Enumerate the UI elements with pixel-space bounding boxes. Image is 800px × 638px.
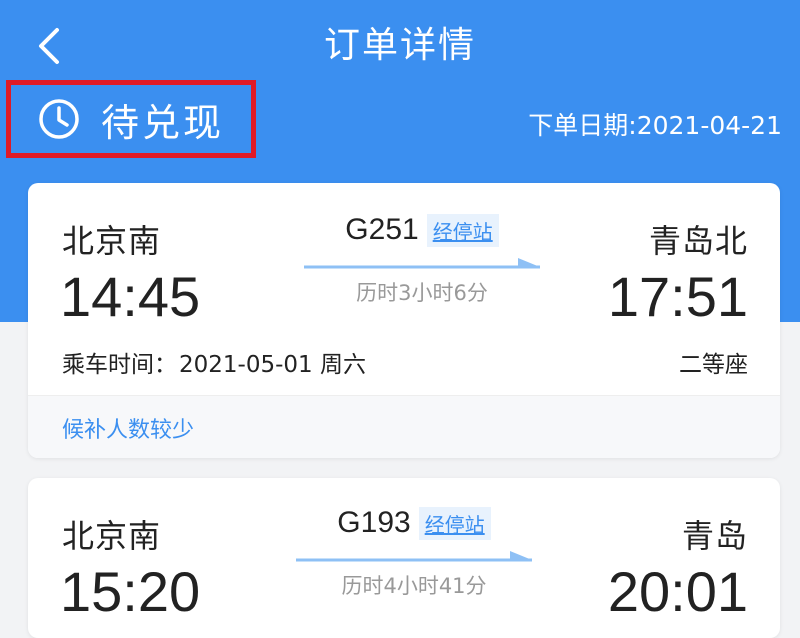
duration: 历时3小时6分 (356, 281, 488, 305)
departure-station: 北京南 (62, 517, 162, 555)
status-label: 待兑现 (101, 100, 225, 145)
arrival-time: 20:01 (607, 560, 748, 623)
arrival-station: 青岛北 (648, 222, 748, 260)
arrival-station: 青岛 (681, 517, 748, 555)
ride-date-label: 乘车时间： (62, 352, 177, 378)
stops-link[interactable]: 经停站 (426, 213, 499, 247)
direction-arrow-icon (304, 258, 540, 269)
train-number: G193 (337, 506, 411, 539)
page-title: 订单详情 (323, 25, 476, 66)
ticket-card[interactable]: 北京南 青岛北 14:45 17:51 G251 经停站 历时3小时6分 乘车时间… (28, 183, 780, 458)
departure-time: 15:20 (60, 560, 201, 623)
train-number: G251 (345, 213, 419, 246)
stops-link[interactable]: 经停站 (418, 506, 491, 540)
train-info: G193 经停站 历时4小时41分 (294, 506, 534, 600)
departure-station: 北京南 (62, 222, 162, 260)
seat-class: 二等座 (679, 352, 748, 378)
arrival-time: 17:51 (607, 265, 748, 328)
train-info: G251 经停站 历时3小时6分 (302, 213, 542, 307)
duration: 历时4小时41分 (341, 574, 487, 598)
order-status: 待兑现 (6, 80, 256, 158)
order-date-value: 2021-04-21 (636, 111, 782, 140)
departure-time: 14:45 (60, 265, 201, 328)
direction-arrow-icon (296, 551, 532, 562)
order-date: 下单日期:2021-04-21 (528, 106, 782, 142)
ride-date: 2021-05-01 周六 (179, 352, 366, 378)
ticket-card[interactable]: 北京南 青岛 15:20 20:01 G193 经停站 历时4小时41分 (28, 478, 780, 638)
ride-info-row: 乘车时间：2021-05-01 周六 二等座 (62, 345, 748, 379)
clock-icon (39, 99, 79, 139)
waitlist-note: 候补人数较少 (28, 395, 780, 458)
order-date-label: 下单日期: (528, 111, 637, 140)
waitlist-note-text: 候补人数较少 (62, 417, 195, 443)
